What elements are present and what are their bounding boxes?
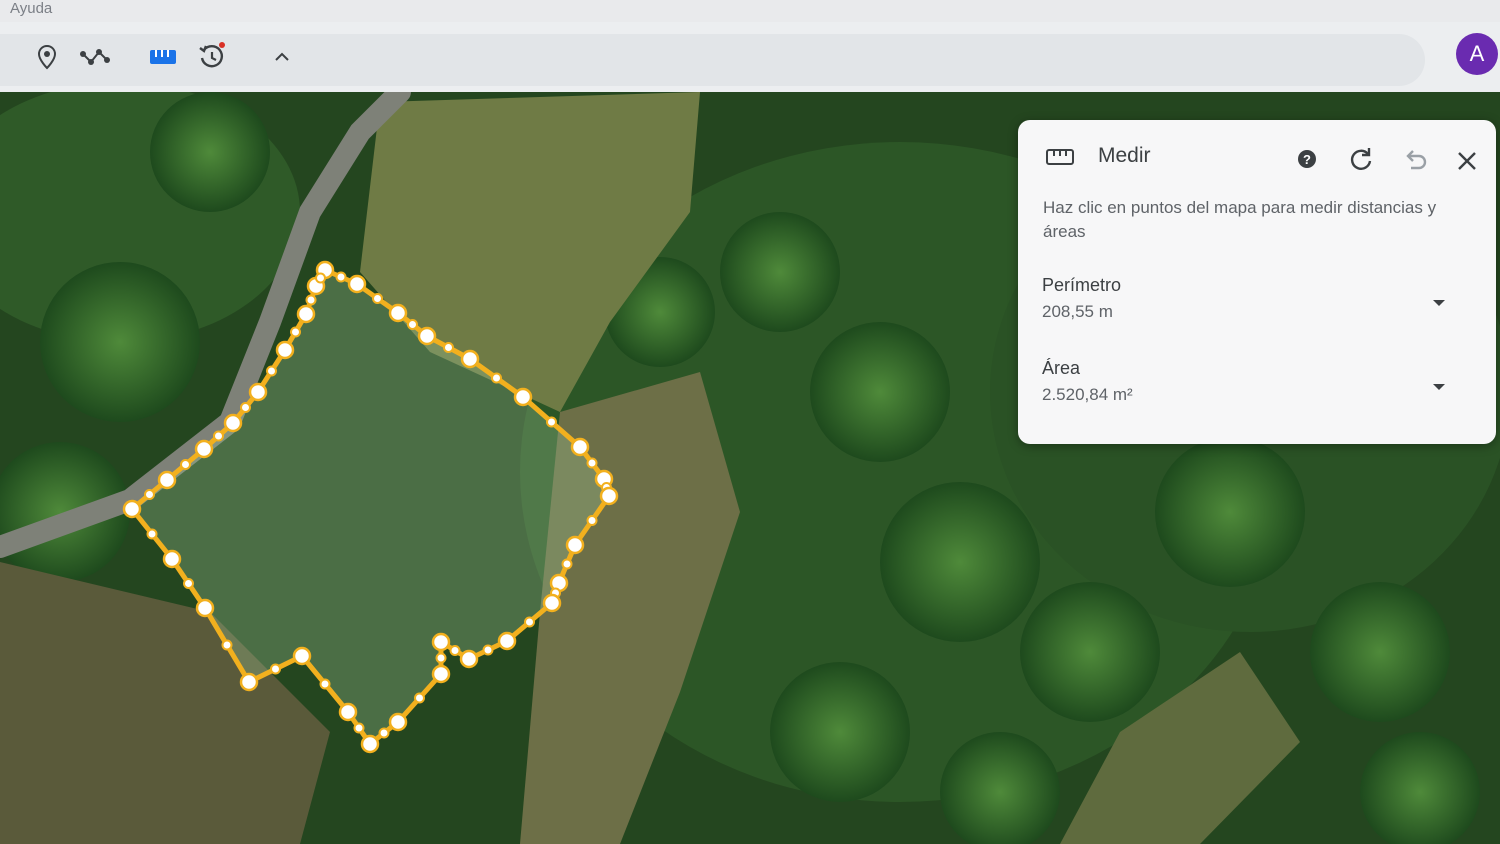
midpoint-handle[interactable]	[270, 663, 281, 675]
vertex-handle[interactable]	[417, 326, 437, 346]
midpoint-handle[interactable]	[561, 558, 573, 570]
midpoint-handle[interactable]	[353, 722, 365, 734]
vertex-handle[interactable]	[360, 734, 380, 754]
midpoint-handle[interactable]	[144, 489, 155, 500]
midpoint-handle[interactable]	[240, 402, 251, 413]
close-icon[interactable]	[1456, 150, 1478, 172]
area-label: Área	[1042, 358, 1081, 378]
vertex-handle[interactable]	[431, 632, 451, 652]
avatar-letter: A	[1469, 41, 1485, 66]
midpoint-handle[interactable]	[290, 326, 301, 338]
menu-bar: Ayuda	[0, 0, 1500, 22]
midpoint-handle[interactable]	[482, 644, 494, 656]
panel-description: Haz clic en puntos del mapa para medir d…	[1043, 198, 1437, 241]
collapse-toolbar-button[interactable]	[265, 40, 299, 74]
vertex-handle[interactable]	[195, 598, 215, 618]
reset-icon[interactable]	[1348, 146, 1374, 172]
help-icon[interactable]: ?	[1297, 149, 1317, 169]
vertex-handle[interactable]	[513, 387, 533, 407]
path-icon	[80, 49, 110, 65]
historical-imagery-button[interactable]	[195, 40, 229, 74]
vertex-handle[interactable]	[497, 631, 517, 651]
midpoint-handle[interactable]	[266, 365, 277, 377]
vertex-handle[interactable]	[194, 439, 214, 459]
vertex-handle[interactable]	[459, 649, 479, 669]
ruler-icon	[1046, 149, 1074, 165]
vertex-handle[interactable]	[542, 593, 562, 613]
vertex-handle[interactable]	[347, 274, 367, 294]
vertex-handle[interactable]	[275, 340, 295, 360]
midpoint-handle[interactable]	[183, 578, 194, 589]
midpoint-handle[interactable]	[315, 272, 326, 284]
midpoint-handle[interactable]	[221, 639, 233, 651]
vertex-handle[interactable]	[388, 303, 408, 323]
vertex-handle[interactable]	[162, 549, 182, 569]
vertex-handle[interactable]	[239, 672, 259, 692]
add-placemark-button[interactable]	[30, 40, 64, 74]
vertex-handle[interactable]	[157, 470, 177, 490]
midpoint-handle[interactable]	[491, 372, 502, 384]
add-path-button[interactable]	[78, 40, 112, 74]
midpoint-handle[interactable]	[378, 727, 390, 739]
perimeter-label: Perímetro	[1042, 275, 1122, 295]
help-menu[interactable]: Ayuda	[10, 0, 52, 17]
area-value: 2.520,84 m²	[1042, 385, 1133, 404]
vertex-handle[interactable]	[565, 535, 585, 555]
midpoint-handle[interactable]	[146, 528, 158, 540]
midpoint-handle[interactable]	[524, 616, 535, 628]
midpoint-handle[interactable]	[586, 457, 598, 469]
vertex-handle[interactable]	[431, 664, 451, 684]
svg-text:?: ?	[1303, 152, 1311, 167]
midpoint-handle[interactable]	[546, 416, 557, 428]
measure-button[interactable]	[146, 40, 180, 74]
vertex-handle[interactable]	[296, 304, 316, 324]
midpoint-handle[interactable]	[319, 678, 331, 690]
area-units-dropdown-icon[interactable]	[1432, 382, 1446, 392]
midpoint-handle[interactable]	[586, 515, 598, 526]
account-avatar[interactable]: A	[1456, 33, 1498, 75]
vertex-handle[interactable]	[338, 702, 358, 722]
location-pin-icon	[37, 44, 57, 70]
vertex-handle[interactable]	[292, 646, 312, 666]
midpoint-handle[interactable]	[305, 294, 317, 306]
midpoint-handle[interactable]	[407, 319, 418, 330]
midpoint-handle[interactable]	[414, 692, 425, 704]
vertex-handle[interactable]	[122, 499, 142, 519]
ruler-icon	[150, 50, 176, 64]
chevron-up-icon	[275, 52, 289, 61]
midpoint-handle[interactable]	[180, 459, 191, 470]
vertex-handle[interactable]	[223, 413, 243, 433]
vertex-handle[interactable]	[599, 486, 619, 506]
vertex-handle[interactable]	[388, 712, 408, 732]
perimeter-value: 208,55 m	[1042, 302, 1113, 321]
history-icon	[199, 42, 225, 68]
vertex-handle[interactable]	[248, 382, 268, 402]
midpoint-handle[interactable]	[435, 652, 447, 664]
midpoint-handle[interactable]	[213, 430, 224, 442]
midpoint-handle[interactable]	[335, 271, 347, 283]
measure-panel: Medir ? Haz clic en puntos del mapa para…	[1018, 120, 1496, 444]
midpoint-handle[interactable]	[372, 293, 383, 304]
undo-icon[interactable]	[1402, 147, 1428, 171]
toolbar: A	[0, 22, 1500, 92]
panel-title: Medir	[1098, 144, 1151, 167]
vertex-handle[interactable]	[570, 437, 590, 457]
vertex-handle[interactable]	[460, 349, 480, 369]
midpoint-handle[interactable]	[443, 342, 454, 353]
perimeter-units-dropdown-icon[interactable]	[1432, 298, 1446, 308]
midpoint-handle[interactable]	[449, 645, 461, 656]
